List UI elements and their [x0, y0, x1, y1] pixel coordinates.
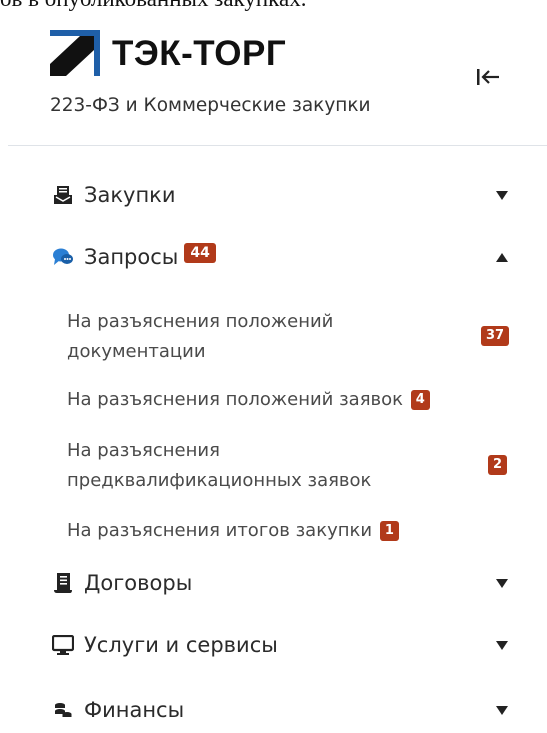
- coins-icon: [52, 699, 74, 721]
- platform-subtitle: 223-ФЗ и Коммерческие закупки: [50, 95, 371, 116]
- chevron-down-icon: [496, 578, 508, 588]
- procurement-icon: [52, 184, 74, 206]
- collapse-sidebar-button[interactable]: [470, 62, 506, 92]
- submenu-item-results[interactable]: На разъяснения итогов закупки 1: [67, 516, 399, 546]
- count-badge: 4: [410, 390, 430, 410]
- submenu-label: На разъяснения итогов закупки: [67, 520, 373, 541]
- nav-label-services: Услуги и сервисы: [84, 633, 278, 657]
- chat-icon: [52, 246, 74, 268]
- chevron-up-icon: [496, 252, 508, 262]
- count-badge: 2: [488, 455, 508, 475]
- nav-item-procurements[interactable]: Закупки: [52, 175, 522, 215]
- count-badge: 1: [379, 521, 399, 541]
- submenu-label-line2: предквалификационных заявок: [67, 470, 372, 491]
- chevron-down-icon: [496, 190, 508, 200]
- logo-text: ТЭК-ТОРГ: [112, 33, 287, 73]
- submenu-item-documentation[interactable]: На разъяснения положений документации: [67, 307, 333, 367]
- requests-count-badge: 44: [184, 243, 216, 263]
- collapse-left-icon: [477, 69, 499, 85]
- scroll-icon: [52, 572, 74, 594]
- chevron-down-icon: [496, 705, 508, 715]
- nav-item-services[interactable]: Услуги и сервисы: [52, 625, 522, 665]
- logo[interactable]: ТЭК-ТОРГ: [50, 28, 286, 78]
- nav-label-contracts: Договоры: [84, 571, 193, 595]
- submenu-label: На разъяснения положений заявок: [67, 389, 404, 410]
- monitor-icon: [52, 634, 74, 656]
- submenu-label-line1: На разъяснения: [67, 440, 220, 461]
- page-header-fragment: ов в опубликованных закупках.: [0, 0, 547, 16]
- submenu-item-applications[interactable]: На разъяснения положений заявок 4: [67, 385, 430, 415]
- count-badge: 37: [481, 326, 510, 346]
- chevron-down-icon: [496, 640, 508, 650]
- divider: [8, 145, 547, 146]
- logo-mark-icon: [50, 30, 100, 76]
- nav-label-procurements: Закупки: [84, 183, 176, 207]
- submenu-item-prequalification[interactable]: На разъяснения предквалификационных заяв…: [67, 436, 371, 496]
- submenu-label-line1: На разъяснения положений: [67, 311, 334, 332]
- submenu-label-line2: документации: [67, 341, 206, 362]
- nav-item-finance[interactable]: Финансы: [52, 690, 522, 730]
- nav-item-contracts[interactable]: Договоры: [52, 563, 522, 603]
- nav-label-finance: Финансы: [84, 698, 185, 722]
- nav-label-requests: Запросы: [84, 245, 179, 269]
- nav-item-requests[interactable]: Запросы 44: [52, 237, 522, 277]
